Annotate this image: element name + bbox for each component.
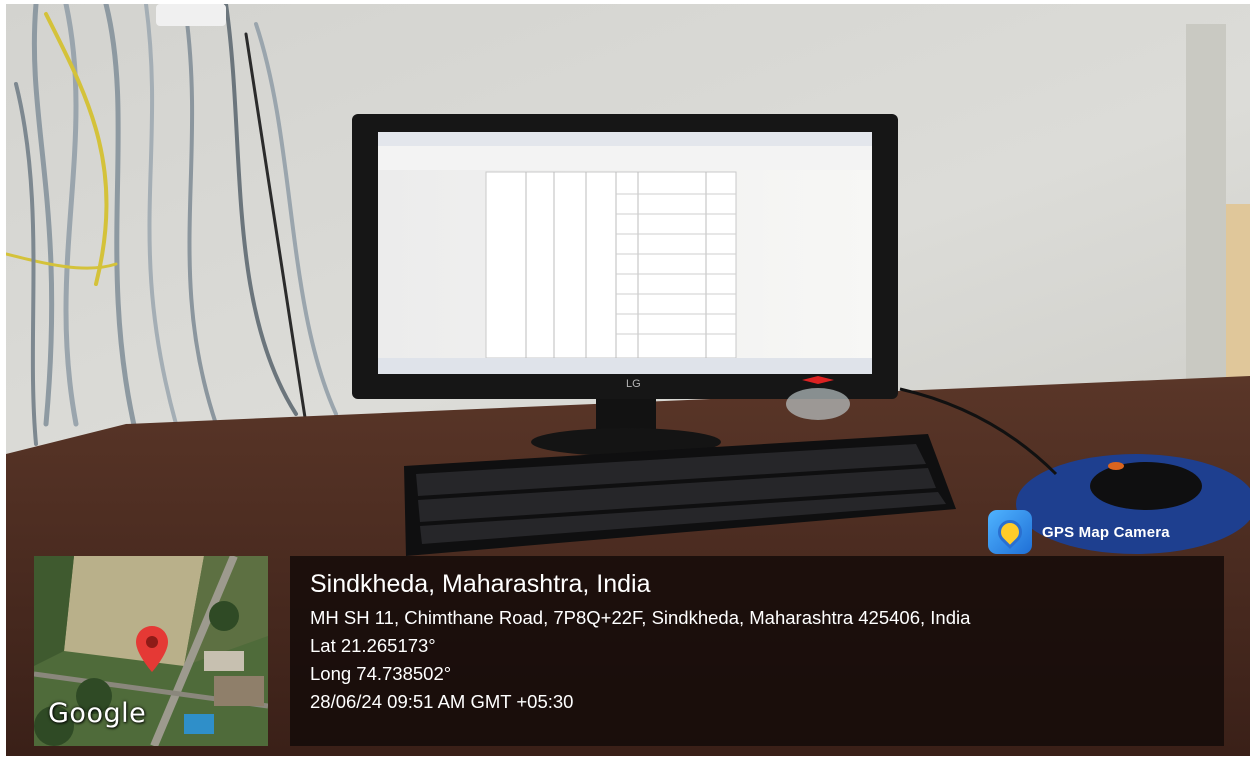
map-pin-icon — [136, 626, 168, 672]
latitude: Lat 21.265173° — [310, 635, 436, 656]
gps-map-camera-icon — [988, 510, 1032, 554]
glass — [786, 388, 850, 420]
gps-map-camera-badge: GPS Map Camera — [988, 510, 1220, 554]
map-thumbnail: Google — [34, 556, 268, 746]
location-info-panel: Sindkheda, Maharashtra, India MH SH 11, … — [290, 556, 1224, 746]
location-title: Sindkheda, Maharashtra, India — [310, 570, 651, 598]
google-logo: Google — [48, 698, 147, 729]
router — [156, 4, 226, 26]
door-frame — [1186, 24, 1226, 384]
monitor: LG — [352, 114, 898, 399]
mouse — [1090, 462, 1202, 510]
timestamp: 28/06/24 09:51 AM GMT +05:30 — [310, 691, 574, 712]
address-line: MH SH 11, Chimthane Road, 7P8Q+22F, Sind… — [310, 607, 971, 628]
badge-label: GPS Map Camera — [1042, 523, 1170, 541]
monitor-brand: LG — [626, 378, 641, 390]
longitude: Long 74.738502° — [310, 663, 452, 684]
